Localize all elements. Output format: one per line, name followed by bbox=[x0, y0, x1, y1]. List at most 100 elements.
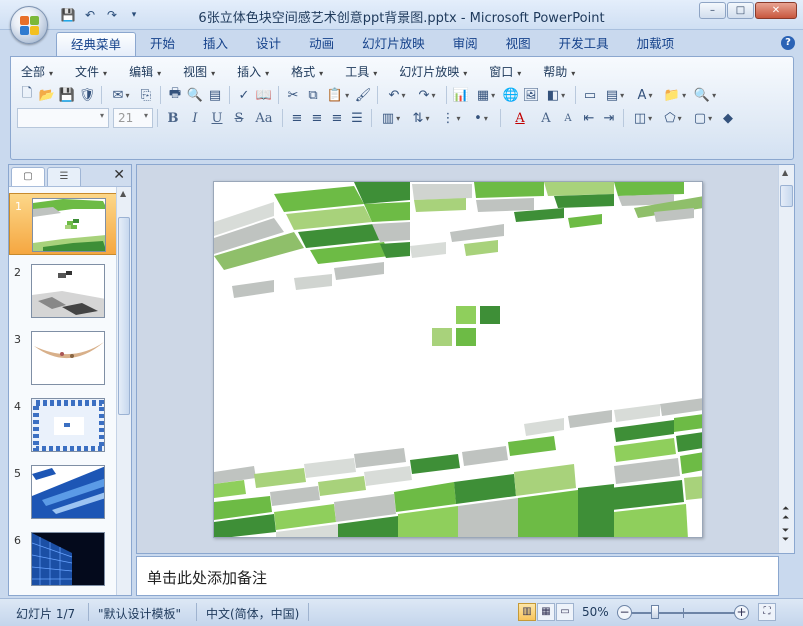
previous-slide-icon[interactable]: ⏶ ⏶ bbox=[782, 505, 789, 523]
new-slide-icon[interactable]: ▭ bbox=[580, 85, 600, 105]
arrange-icon[interactable]: ◫ bbox=[628, 108, 658, 128]
copy-icon[interactable]: ⧉ bbox=[303, 85, 323, 105]
tab-slides[interactable]: ▢ bbox=[11, 167, 45, 186]
increase-indent-icon[interactable]: ⇥ bbox=[599, 108, 619, 128]
tab-addins[interactable]: 加载项 bbox=[623, 32, 689, 56]
menu-slideshow[interactable]: 幻灯片放映 bbox=[395, 64, 477, 80]
save-icon[interactable]: 💾 bbox=[57, 85, 77, 105]
menu-edit[interactable]: 编辑 bbox=[125, 64, 171, 80]
slide-thumbnail-4[interactable]: 4 bbox=[9, 394, 117, 456]
change-case-button[interactable]: Aa bbox=[250, 108, 278, 128]
tab-review[interactable]: 审阅 bbox=[439, 32, 492, 56]
slideshow-view-button[interactable]: ▭ bbox=[556, 603, 574, 621]
align-right-icon[interactable]: ≡ bbox=[327, 108, 347, 128]
scroll-up-icon[interactable]: ▲ bbox=[120, 189, 126, 198]
tab-slideshow[interactable]: 幻灯片放映 bbox=[348, 32, 439, 56]
permission-icon[interactable]: 🛡 bbox=[77, 85, 97, 105]
menu-file[interactable]: 文件 bbox=[71, 64, 117, 80]
slide-sorter-button[interactable]: ▦ bbox=[537, 603, 555, 621]
columns-icon[interactable]: ▥ bbox=[376, 108, 406, 128]
slide-thumbnail-5[interactable]: 5 bbox=[9, 461, 117, 523]
bullets-icon[interactable]: • bbox=[466, 108, 496, 128]
help-icon[interactable]: ? bbox=[781, 36, 795, 50]
tab-insert[interactable]: 插入 bbox=[189, 32, 242, 56]
open-folder-icon[interactable]: 📁 bbox=[660, 85, 690, 105]
zoom-level[interactable]: 50% bbox=[582, 605, 609, 619]
scroll-thumb[interactable] bbox=[118, 217, 130, 415]
slide-thumbnail-2[interactable]: 2 bbox=[9, 260, 117, 322]
menu-all[interactable]: 全部 bbox=[17, 64, 63, 80]
shadow-button[interactable]: S bbox=[228, 108, 250, 128]
tab-view[interactable]: 视图 bbox=[492, 32, 545, 56]
tab-home[interactable]: 开始 bbox=[136, 32, 189, 56]
menu-format[interactable]: 格式 bbox=[287, 64, 333, 80]
menu-tools[interactable]: 工具 bbox=[341, 64, 387, 80]
slide-thumbnail-1[interactable]: 1 bbox=[9, 193, 117, 255]
shape-style-icon[interactable]: ▢ bbox=[688, 108, 718, 128]
justify-icon[interactable]: ☰ bbox=[347, 108, 367, 128]
text-box-icon[interactable]: A bbox=[630, 85, 660, 105]
normal-view-button[interactable]: ▥ bbox=[518, 603, 536, 621]
find-icon[interactable]: 🔍 bbox=[690, 85, 720, 105]
zoom-out-button[interactable]: − bbox=[617, 605, 632, 620]
tab-design[interactable]: 设计 bbox=[242, 32, 295, 56]
shape-fill-icon[interactable]: ◆ bbox=[718, 108, 738, 128]
thumbnail-scrollbar[interactable]: ▲ bbox=[116, 187, 131, 595]
spelling-icon[interactable]: ✓ bbox=[234, 85, 254, 105]
underline-button[interactable]: U bbox=[206, 108, 228, 128]
page-setup-icon[interactable]: ▤ bbox=[205, 85, 225, 105]
italic-button[interactable]: I bbox=[184, 108, 206, 128]
close-pane-icon[interactable]: ✕ bbox=[113, 167, 125, 183]
numbering-icon[interactable]: ⋮ bbox=[436, 108, 466, 128]
next-slide-icon[interactable]: ⏷ ⏷ bbox=[782, 527, 789, 545]
cut-icon[interactable]: ✂ bbox=[283, 85, 303, 105]
scroll-up-icon[interactable]: ▲ bbox=[782, 168, 788, 177]
scroll-thumb[interactable] bbox=[780, 185, 793, 207]
tab-animations[interactable]: 动画 bbox=[295, 32, 348, 56]
tab-outline[interactable]: ☰ bbox=[47, 167, 81, 186]
new-file-icon[interactable]: 🗋 bbox=[17, 85, 37, 105]
font-size-combo[interactable]: 21 bbox=[113, 108, 153, 128]
redo-icon[interactable]: ↷ bbox=[412, 85, 442, 105]
format-painter-icon[interactable]: 🖌 bbox=[353, 85, 373, 105]
publish-icon[interactable]: ⎘ bbox=[136, 85, 156, 105]
menu-insert[interactable]: 插入 bbox=[233, 64, 279, 80]
color-grayscale-icon[interactable]: ◧ bbox=[541, 85, 571, 105]
zoom-slider-knob[interactable] bbox=[650, 605, 659, 619]
bold-button[interactable]: B bbox=[162, 108, 184, 128]
slide-scrollbar[interactable]: ▲ ⏶ ⏶ ⏷ ⏷ bbox=[778, 165, 794, 553]
slide-layout-icon[interactable]: ▤ bbox=[600, 85, 630, 105]
research-icon[interactable]: 📖 bbox=[254, 85, 274, 105]
align-left-icon[interactable]: ≡ bbox=[287, 108, 307, 128]
menu-view[interactable]: 视图 bbox=[179, 64, 225, 80]
grow-font-button[interactable]: A bbox=[535, 108, 557, 128]
notes-pane[interactable]: 单击此处添加备注 bbox=[136, 556, 779, 596]
open-folder-icon[interactable]: 📂 bbox=[37, 85, 57, 105]
minimize-button[interactable]: – bbox=[699, 2, 726, 19]
current-slide[interactable] bbox=[213, 181, 703, 538]
slide-thumbnail-6[interactable]: 6 bbox=[9, 528, 117, 590]
shrink-font-button[interactable]: A bbox=[557, 108, 579, 128]
font-name-combo[interactable] bbox=[17, 108, 109, 128]
print-icon[interactable]: 🖶 bbox=[165, 85, 185, 105]
tab-developer[interactable]: 开发工具 bbox=[545, 32, 623, 56]
align-center-icon[interactable]: ≡ bbox=[307, 108, 327, 128]
insert-chart-icon[interactable]: 📊 bbox=[451, 85, 471, 105]
zoom-in-button[interactable]: + bbox=[734, 605, 749, 620]
maximize-button[interactable]: □ bbox=[727, 2, 754, 19]
menu-help[interactable]: 帮助 bbox=[539, 64, 585, 80]
clipart-icon[interactable]: 🌐 bbox=[501, 85, 521, 105]
undo-icon[interactable]: ↶ bbox=[382, 85, 412, 105]
zoom-slider[interactable] bbox=[632, 612, 736, 614]
close-button[interactable]: ✕ bbox=[755, 2, 797, 19]
office-button[interactable] bbox=[10, 6, 48, 44]
slide-thumbnail-3[interactable]: 3 bbox=[9, 327, 117, 389]
shapes-icon[interactable]: ⬠ bbox=[658, 108, 688, 128]
email-icon[interactable]: ✉ bbox=[106, 85, 136, 105]
insert-picture-icon[interactable]: 🖼 bbox=[521, 85, 541, 105]
paste-icon[interactable]: 📋 bbox=[323, 85, 353, 105]
insert-table-icon[interactable]: ▦ bbox=[471, 85, 501, 105]
menu-window[interactable]: 窗口 bbox=[485, 64, 531, 80]
font-color-button[interactable]: A bbox=[505, 108, 535, 128]
text-direction-icon[interactable]: ⇅ bbox=[406, 108, 436, 128]
